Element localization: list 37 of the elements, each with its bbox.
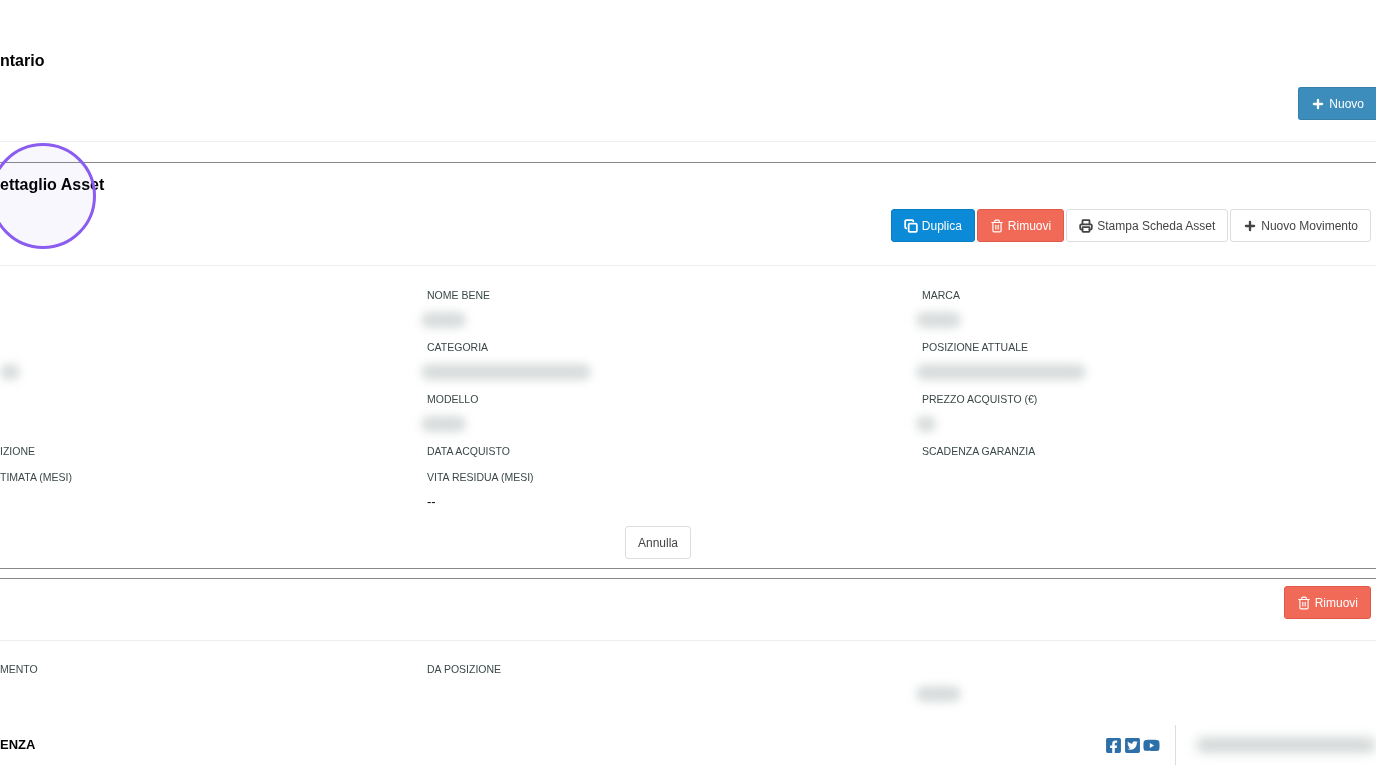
field-label: VITA RESIDUA (MESI) — [427, 471, 535, 484]
plus-icon — [1243, 218, 1258, 233]
field-label: CATEGORIA — [427, 341, 490, 354]
action-button[interactable]: Nuovo Movimento — [1230, 209, 1371, 242]
trash-icon — [1296, 595, 1311, 610]
trash-icon — [989, 218, 1004, 233]
field-label: MENTO — [0, 663, 39, 676]
field-label: PREZZO ACQUISTO (€) — [922, 393, 1039, 406]
plus-icon — [1311, 96, 1326, 111]
page-title: ntario — [0, 52, 46, 70]
field-value: -- — [427, 494, 437, 510]
cancel-button[interactable]: Annulla — [625, 526, 691, 559]
copy-icon — [903, 218, 918, 233]
blurred-value — [0, 364, 20, 380]
field-label: NOME BENE — [427, 289, 491, 302]
field-label: TIMATA (MESI) — [0, 471, 73, 484]
field-label: MARCA — [922, 289, 961, 302]
twitter-icon[interactable] — [1124, 736, 1141, 754]
printer-icon — [1079, 218, 1094, 233]
blurred-value — [421, 312, 466, 328]
action-button[interactable]: Duplica — [890, 209, 975, 242]
blurred-value — [421, 416, 466, 432]
blurred-value — [916, 416, 936, 432]
field-label: IZIONE — [0, 445, 36, 458]
blurred-value — [916, 312, 961, 328]
footer-text: ENZA — [0, 736, 36, 755]
action-button[interactable]: Rimuovi — [976, 209, 1065, 242]
field-label: DA POSIZIONE — [427, 663, 503, 676]
field-label: SCADENZA GARANZIA — [922, 445, 1037, 458]
remove-button[interactable]: Rimuovi — [1283, 586, 1371, 619]
field-label: MODELLO — [427, 393, 480, 406]
blurred-value — [916, 686, 961, 702]
action-button[interactable]: Stampa Scheda Asset — [1066, 209, 1229, 242]
facebook-icon[interactable] — [1105, 736, 1122, 754]
field-label: DATA ACQUISTO — [427, 445, 511, 458]
new-button[interactable]: Nuovo — [1298, 87, 1376, 120]
field-label: POSIZIONE ATTUALE — [922, 341, 1029, 354]
